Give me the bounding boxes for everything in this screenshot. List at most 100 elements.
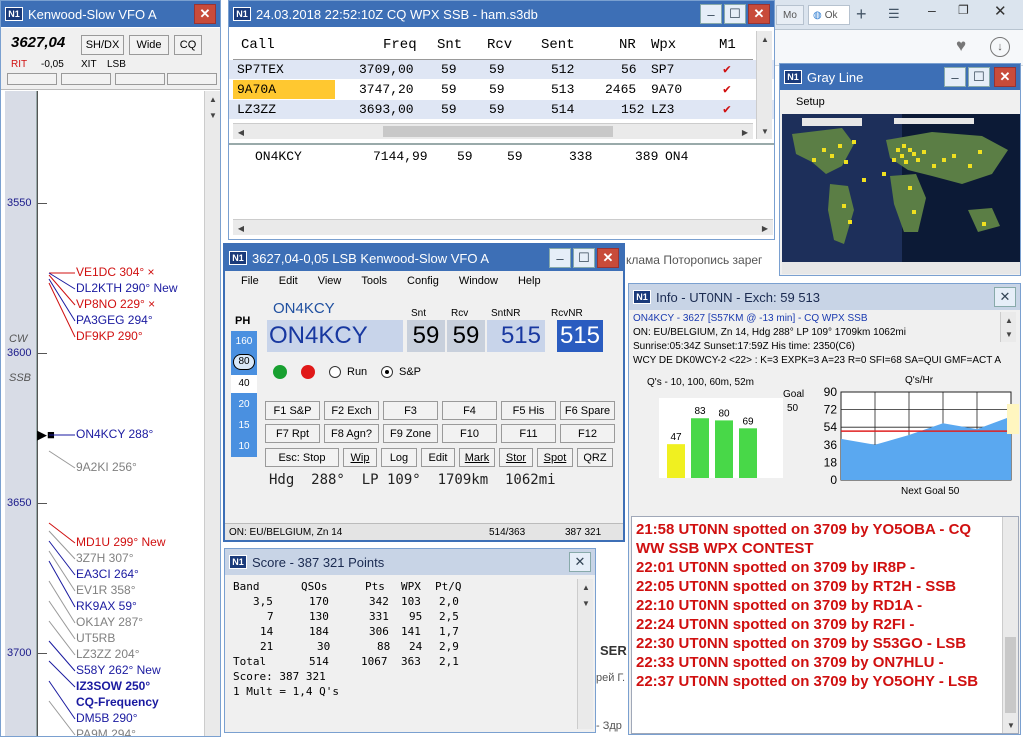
sp-radio[interactable] xyxy=(381,366,393,378)
bandmap-scrollbar[interactable]: ▲ ▼ xyxy=(204,91,220,736)
rcv-input[interactable]: 59 xyxy=(447,320,485,352)
close-button[interactable]: ✕ xyxy=(994,287,1016,307)
grayline-setup-menu[interactable]: Setup xyxy=(796,96,825,108)
store-button[interactable]: Stor xyxy=(499,448,533,467)
minimize-button[interactable]: – xyxy=(944,67,966,87)
scroll-down-icon[interactable]: ▼ xyxy=(578,595,594,611)
new-tab-icon[interactable]: + xyxy=(856,4,867,25)
spot-callsign[interactable]: UT5RB xyxy=(76,631,115,645)
minimize-browser-icon[interactable]: – xyxy=(928,2,936,18)
mark-button[interactable]: Mark xyxy=(459,448,495,467)
spot-callsign[interactable]: ON4KCY 288° xyxy=(76,427,153,441)
col-wpx[interactable]: Wpx xyxy=(651,37,676,53)
minimize-button[interactable]: – xyxy=(700,4,722,24)
menu-file[interactable]: File xyxy=(241,275,259,295)
close-browser-icon[interactable]: ✕ xyxy=(994,2,1007,20)
spot-callsign[interactable]: MD1U 299° New xyxy=(76,535,166,549)
col-rcv[interactable]: Rcv xyxy=(487,37,512,53)
edit-button[interactable]: Edit xyxy=(421,448,455,467)
f11-button[interactable]: F11 xyxy=(501,424,556,443)
tab-list-icon[interactable]: ☰ xyxy=(888,6,900,22)
menu-tools[interactable]: Tools xyxy=(361,275,387,295)
browser-tab-active[interactable]: ◍ Ok xyxy=(808,5,850,25)
close-button[interactable]: ✕ xyxy=(994,67,1016,87)
menu-window[interactable]: Window xyxy=(459,275,498,295)
spot-callsign[interactable]: PA9M 294° xyxy=(76,727,136,736)
spot-callsign[interactable]: OK1AY 287° xyxy=(76,615,143,629)
log-vscrollbar[interactable]: ▲ ▼ xyxy=(756,31,772,139)
menu-edit[interactable]: Edit xyxy=(279,275,298,295)
run-radio[interactable] xyxy=(329,366,341,378)
f8-button[interactable]: F8 Agn? xyxy=(324,424,379,443)
menu-config[interactable]: Config xyxy=(407,275,439,295)
spot-callsign[interactable]: EA3CI 264° xyxy=(76,567,139,581)
scroll-up-icon[interactable]: ▲ xyxy=(578,579,594,595)
scroll-right-icon[interactable]: ▶ xyxy=(737,124,753,140)
scroll-down-icon[interactable]: ▼ xyxy=(1003,717,1018,733)
spot-callsign[interactable]: VE1DC 304° × xyxy=(76,265,155,279)
spot-callsign[interactable]: PA3GEG 294° xyxy=(76,313,153,327)
scroll-left-icon[interactable]: ◀ xyxy=(233,220,249,236)
f5-button[interactable]: F5 His xyxy=(501,401,556,420)
band-160[interactable]: 160 xyxy=(231,333,257,351)
scroll-right-icon[interactable]: ▶ xyxy=(757,220,773,236)
f9-button[interactable]: F9 Zone xyxy=(383,424,438,443)
callsign-input[interactable]: ON4KCY xyxy=(267,320,403,352)
scroll-down-icon[interactable]: ▼ xyxy=(1001,326,1017,342)
snt-input[interactable]: 59 xyxy=(407,320,445,352)
scroll-down-icon[interactable]: ▼ xyxy=(205,107,220,123)
spot-callsign[interactable]: IZ3SOW 250° xyxy=(76,679,150,693)
scroll-up-icon[interactable]: ▲ xyxy=(757,31,773,47)
scroll-thumb[interactable] xyxy=(383,126,613,137)
spot-history-scrollbar[interactable]: ▼ xyxy=(1002,517,1018,733)
f4-button[interactable]: F4 xyxy=(442,401,497,420)
maximize-button[interactable]: ☐ xyxy=(968,67,990,87)
info-text-scrollbar[interactable]: ▲ ▼ xyxy=(1000,312,1016,342)
spot-callsign[interactable]: 9A2KI 256° xyxy=(76,460,137,474)
wipe-button[interactable]: Wip xyxy=(343,448,377,467)
col-m1[interactable]: M1 xyxy=(719,37,736,53)
f10-button[interactable]: F10 xyxy=(442,424,497,443)
f2-button[interactable]: F2 Exch xyxy=(324,401,379,420)
maximize-button[interactable]: ☐ xyxy=(724,4,746,24)
scroll-thumb[interactable] xyxy=(1005,637,1016,713)
esc-stop-button[interactable]: Esc: Stop xyxy=(265,448,339,467)
browser-tab[interactable]: Mo xyxy=(776,5,804,25)
qrz-button[interactable]: QRZ xyxy=(577,448,613,467)
band-20[interactable]: 20 xyxy=(231,396,257,414)
sntnr-input[interactable]: 515 xyxy=(487,320,545,352)
spot-button[interactable]: Spot xyxy=(537,448,573,467)
band-40[interactable]: 40 xyxy=(231,375,257,393)
scroll-up-icon[interactable]: ▲ xyxy=(205,91,220,107)
col-freq[interactable]: Freq xyxy=(383,37,417,53)
table-row[interactable]: LZ3ZZ 3693,00 59 59 514 152 LZ3 ✔ xyxy=(229,100,774,119)
close-button[interactable]: ✕ xyxy=(597,248,619,268)
f1-button[interactable]: F1 S&P xyxy=(265,401,320,420)
spot-callsign[interactable]: 3Z7H 307° xyxy=(76,551,134,565)
f6-button[interactable]: F6 Spare xyxy=(560,401,615,420)
table-row[interactable]: SP7TEX 3709,00 59 59 512 56 SP7 ✔ xyxy=(229,60,774,79)
heart-icon[interactable]: ♥ xyxy=(956,36,966,56)
download-icon[interactable]: ↓ xyxy=(990,37,1010,57)
spot-callsign[interactable]: VP8NO 229° × xyxy=(76,297,155,311)
score-scrollbar[interactable]: ▲ ▼ xyxy=(577,579,593,729)
spot-callsign[interactable]: DF9KP 290° xyxy=(76,329,143,343)
close-button[interactable]: ✕ xyxy=(569,552,591,572)
scroll-left-icon[interactable]: ◀ xyxy=(233,124,249,140)
spot-callsign[interactable]: RK9AX 59° xyxy=(76,599,137,613)
f3-button[interactable]: F3 xyxy=(383,401,438,420)
spot-callsign[interactable]: S58Y 262° New xyxy=(76,663,161,677)
cq-frequency-marker[interactable]: CQ-Frequency xyxy=(76,695,159,709)
col-nr[interactable]: NR xyxy=(619,37,636,53)
col-call[interactable]: Call xyxy=(241,37,275,53)
scroll-down-icon[interactable]: ▼ xyxy=(757,123,773,139)
band-10[interactable]: 10 xyxy=(231,438,257,456)
band-15[interactable]: 15 xyxy=(231,417,257,435)
f7-button[interactable]: F7 Rpt xyxy=(265,424,320,443)
rcvnr-input[interactable]: 515 xyxy=(557,320,603,352)
menu-help[interactable]: Help xyxy=(518,275,541,295)
band-80[interactable]: 80 xyxy=(233,354,255,370)
log-button[interactable]: Log xyxy=(381,448,417,467)
close-button[interactable]: ✕ xyxy=(748,4,770,24)
maximize-button[interactable]: ☐ xyxy=(573,248,595,268)
